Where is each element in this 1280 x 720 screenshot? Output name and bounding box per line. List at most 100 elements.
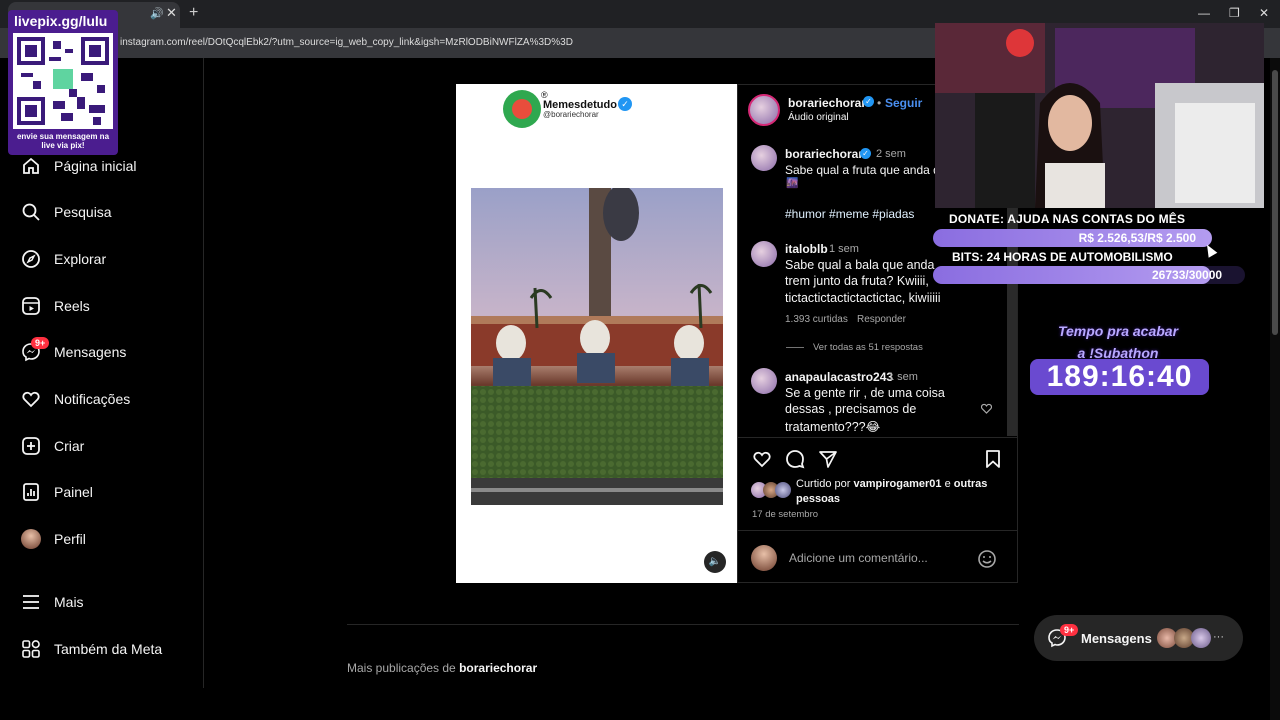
sidebar-item-meta[interactable]: Também da Meta [20, 635, 162, 663]
sidebar-item-label: Painel [54, 484, 93, 500]
comment-input[interactable]: Adicione um comentário... [789, 551, 928, 565]
close-window-button[interactable]: ✕ [1259, 6, 1269, 20]
post-author[interactable]: borariechorar [788, 96, 866, 110]
comment-icon [786, 450, 805, 469]
caption-author[interactable]: borariechorar [785, 147, 863, 161]
dashboard-icon [20, 481, 42, 503]
messages-pill-badge: 9+ [1060, 624, 1079, 636]
emoji-button[interactable] [977, 549, 997, 574]
verified-icon: ✓ [863, 96, 874, 107]
comment-likes[interactable]: 1.393 curtidas [785, 314, 848, 325]
reply-button[interactable]: Responder [857, 314, 906, 325]
liked-others-continued[interactable]: pessoas [796, 493, 840, 505]
comment-box-divider [738, 530, 1017, 531]
messages-badge: 9+ [31, 337, 50, 349]
heart-icon [980, 403, 993, 414]
url-field[interactable]: instagram.com/reel/DOtQcqlEbk2/?utm_sour… [120, 34, 940, 52]
comment-avatar[interactable] [751, 368, 777, 394]
plus-square-icon [20, 435, 42, 457]
liked-by: Curtido por vampirogamer01 e outras [796, 478, 987, 490]
liked-prefix: Curtido por [796, 478, 851, 490]
sidebar-item-notifications[interactable]: Notificações [20, 385, 130, 413]
menu-icon [20, 591, 42, 613]
sidebar-item-create[interactable]: Criar [20, 432, 84, 460]
send-icon [819, 451, 837, 468]
sidebar-item-home[interactable]: Página inicial [20, 152, 137, 180]
speaker-icon: 🔈 [708, 556, 722, 567]
livepix-title: livepix.gg/lulu [14, 13, 108, 29]
new-tab-button[interactable]: + [189, 4, 198, 22]
comment-button[interactable] [785, 449, 805, 474]
more-posts-label: Mais publicações de borariechorar [347, 661, 537, 675]
sidebar-item-messages[interactable]: 9+ Mensagens [20, 337, 127, 366]
sidebar-item-label: Também da Meta [54, 641, 163, 657]
bits-value: 26733/30000 [1152, 268, 1223, 282]
liked-others[interactable]: outras [954, 478, 988, 490]
mute-button[interactable]: 🔈 [704, 551, 726, 573]
reel-video[interactable] [471, 188, 723, 505]
sidebar-item-more[interactable]: Mais [20, 588, 84, 616]
audio-label[interactable]: Áudio original [788, 112, 849, 123]
meta-apps-icon [20, 638, 42, 660]
sidebar-item-label: Perfil [54, 531, 86, 547]
view-replies-button[interactable]: Ver todas as 51 respostas [813, 342, 923, 353]
bookmark-icon [986, 450, 1000, 468]
sidebar-item-dashboard[interactable]: Painel [20, 478, 93, 506]
caption-author-avatar[interactable] [751, 145, 777, 171]
bits-title: BITS: 24 HORAS DE AUTOMOBILISMO [952, 250, 1173, 264]
liked-and: e [944, 478, 951, 490]
sidebar-item-explore[interactable]: Explorar [20, 245, 106, 273]
comment-user[interactable]: italoblb [785, 242, 828, 256]
post-date: 17 de setembro [752, 509, 819, 520]
footer-divider [347, 624, 1019, 625]
subathon-timer: 189:16:40 [1030, 359, 1209, 395]
follow-button[interactable]: Seguir [885, 96, 922, 110]
sidebar-item-search[interactable]: Pesquisa [20, 198, 112, 226]
donate-progress-bar: R$ 2.526,53/R$ 2.500 [933, 229, 1212, 247]
actions-divider [738, 437, 1017, 438]
save-button[interactable] [984, 449, 1002, 474]
comment-line: Sabe qual a bala que anda [785, 258, 935, 272]
sidebar-item-label: Pesquisa [54, 204, 112, 220]
like-button[interactable] [751, 449, 773, 474]
share-button[interactable] [818, 449, 838, 474]
comment-avatar[interactable] [751, 241, 777, 267]
liked-user[interactable]: vampirogamer01 [853, 478, 941, 490]
verified-icon: ✓ [618, 97, 632, 111]
author-avatar[interactable] [748, 94, 780, 126]
chat-avatar [1191, 628, 1211, 648]
comment-time: 1 sem [888, 371, 918, 383]
speaker-icon[interactable]: 🔊 [150, 7, 164, 20]
donate-title: DONATE: AJUDA NAS CONTAS DO MÊS [949, 212, 1186, 226]
sidebar-item-label: Página inicial [54, 158, 137, 174]
memesdetudo-logo-center [512, 99, 532, 119]
caption-text: Sabe qual a fruta que anda d [785, 163, 940, 177]
dot-separator: • [877, 96, 882, 110]
livepix-caption: envie sua mensagem na live via pix! [16, 132, 110, 150]
comment-time: 1 sem [829, 243, 859, 255]
subathon-label: Tempo pra acabar a !Subathon [1032, 320, 1204, 364]
close-tab-icon[interactable]: ✕ [166, 5, 177, 21]
current-user-avatar [751, 545, 777, 571]
replies-divider [786, 347, 804, 348]
sidebar-item-label: Mensagens [54, 344, 127, 360]
caption-emoji: 🌆 [786, 178, 799, 189]
comment-line: tratamento???😂 [785, 420, 881, 434]
reels-icon [20, 295, 42, 317]
hashtags[interactable]: #humor #meme #piadas [785, 207, 914, 221]
comment-line: dessas , precisamos de [785, 402, 917, 416]
sidebar-item-reels[interactable]: Reels [20, 292, 90, 320]
emoji-icon [978, 550, 996, 568]
more-posts-user[interactable]: borariechorar [459, 661, 537, 675]
restore-button[interactable]: ❐ [1229, 6, 1240, 20]
minimize-button[interactable]: — [1198, 6, 1210, 20]
sidebar-item-profile[interactable]: Perfil [20, 525, 86, 553]
comment-user[interactable]: anapaulacastro243 [785, 370, 893, 384]
comment-line: trem junto da fruta? Kwiiii, [785, 274, 929, 288]
comment-line: tictactictactictactictac, kiwiiiii [785, 291, 941, 305]
messages-pill-label: Mensagens [1081, 631, 1152, 646]
comment-like-button[interactable] [980, 402, 993, 420]
page-scrollbar-thumb[interactable] [1272, 70, 1278, 335]
caption-time: 2 sem [876, 148, 906, 160]
subathon-label-line1: Tempo pra acabar [1057, 323, 1179, 339]
